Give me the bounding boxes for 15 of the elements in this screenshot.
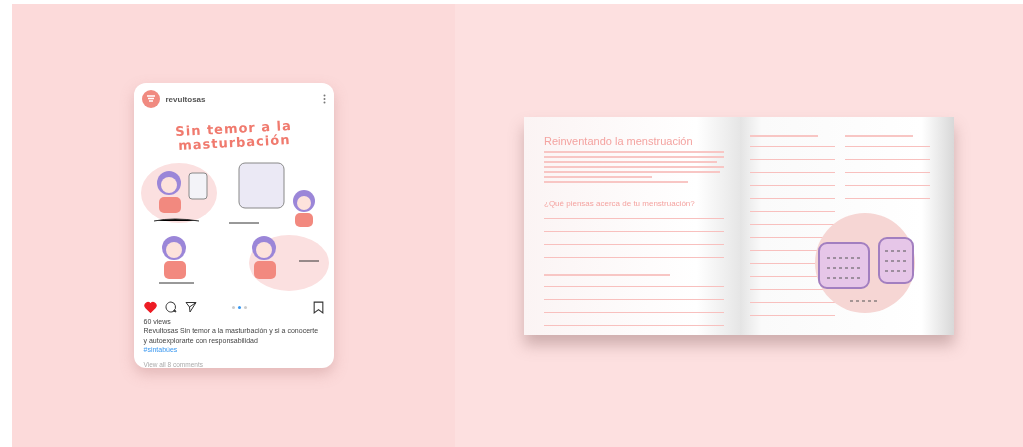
- more-icon[interactable]: [322, 94, 326, 104]
- blurred-question-drawing: [845, 134, 913, 137]
- heart-icon[interactable]: [143, 301, 157, 314]
- carousel-dot[interactable]: [244, 305, 247, 309]
- blurred-question-drawing: [750, 134, 818, 137]
- avatar-icon[interactable]: [141, 90, 160, 108]
- book-question: ¿Qué piensas acerca de tu menstruación?: [544, 198, 696, 208]
- bookmark-icon[interactable]: [312, 300, 324, 314]
- illustration-title: Sin temor a la masturbación: [173, 118, 293, 155]
- carousel-dot[interactable]: [238, 305, 241, 309]
- send-icon[interactable]: [184, 301, 197, 314]
- carousel-dot[interactable]: [232, 305, 235, 309]
- comment-icon[interactable]: [164, 301, 177, 314]
- book-heading: Reinventando la menstruación: [544, 134, 694, 147]
- username[interactable]: revultosas: [165, 94, 317, 104]
